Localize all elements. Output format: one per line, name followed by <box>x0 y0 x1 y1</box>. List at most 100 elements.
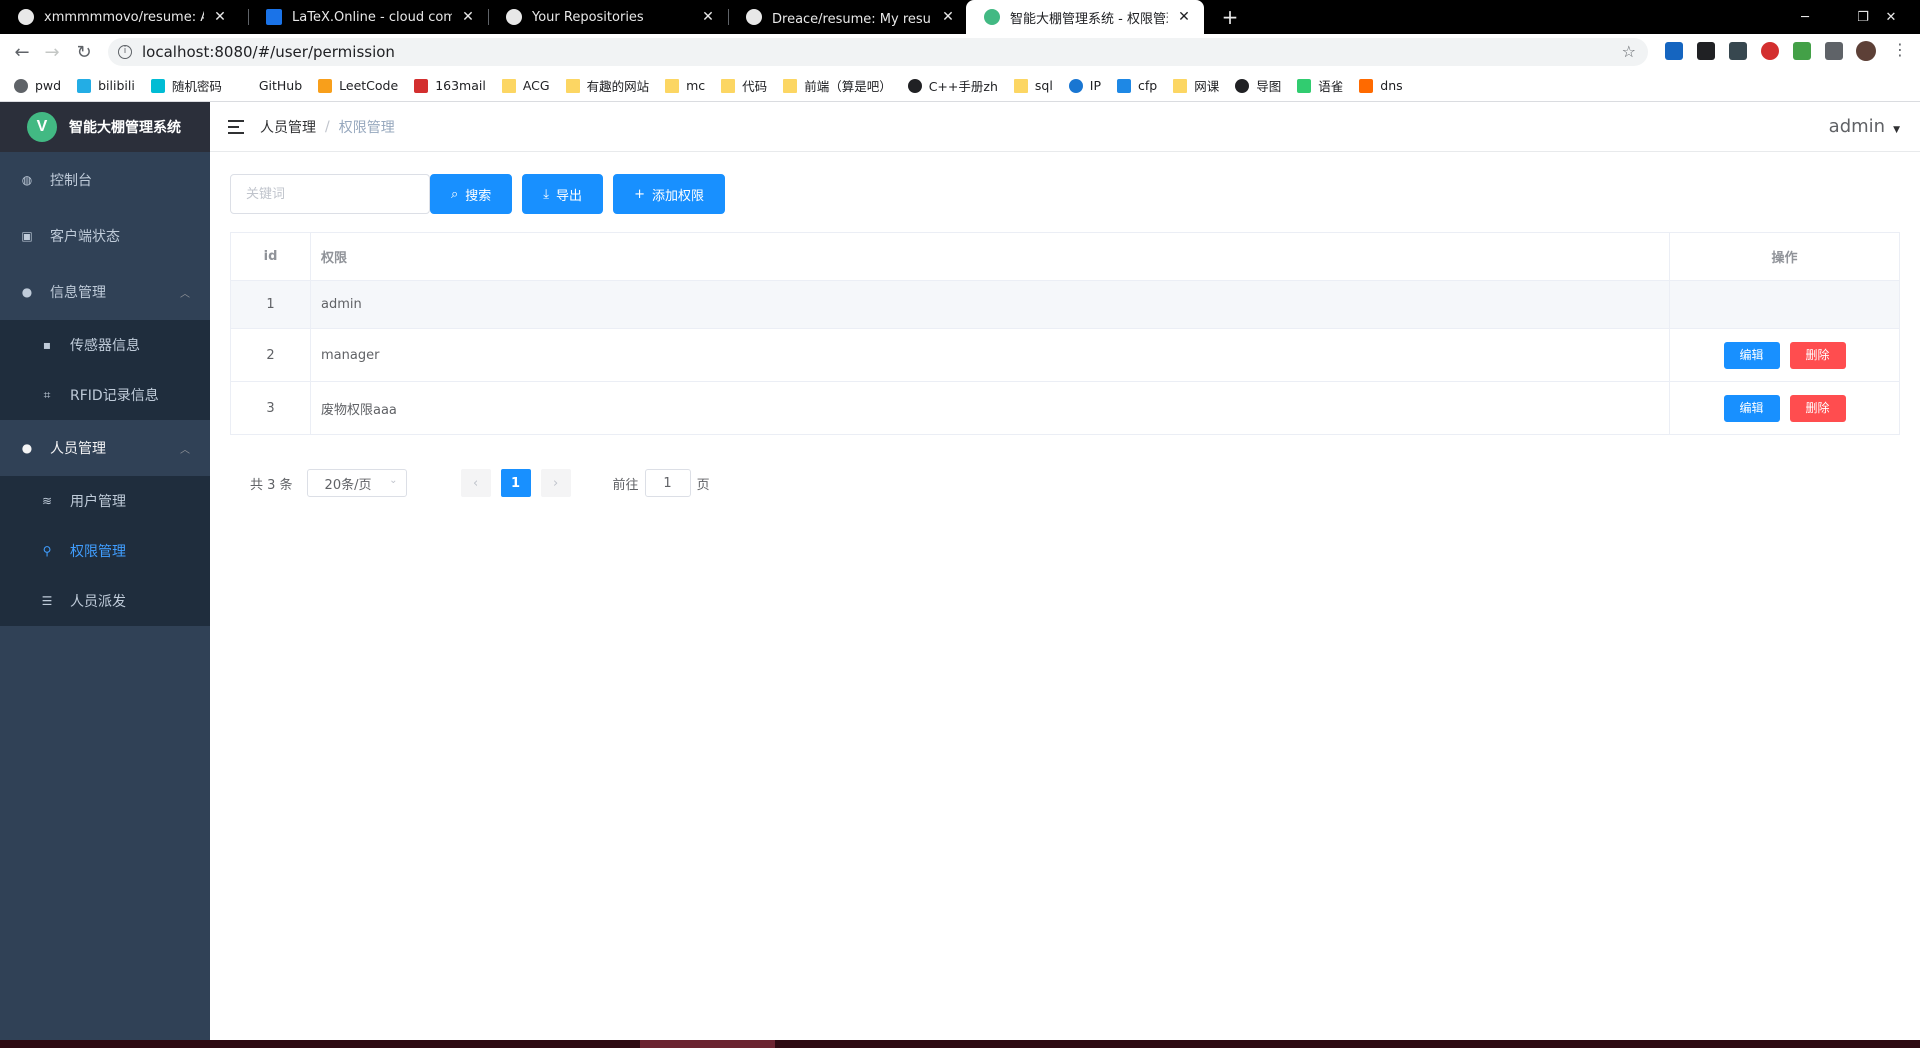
sidebar-item-personnel-management[interactable]: ● 人员管理 ︿ <box>0 420 210 476</box>
column-header-permission[interactable]: 权限 <box>310 232 1670 281</box>
page-jumper: 前往 页 <box>613 469 710 497</box>
folder-icon <box>1013 78 1028 93</box>
bookmark-folder[interactable]: mc <box>665 78 705 93</box>
minimize-icon[interactable]: ─ <box>1776 0 1834 34</box>
column-header-id[interactable]: id <box>230 232 311 281</box>
bookmark-label: 语雀 <box>1318 79 1344 94</box>
bookmark-folder[interactable]: 有趣的网站 <box>565 76 649 95</box>
bookmark-item[interactable]: LeetCode <box>318 78 398 93</box>
sidebar-item-personnel-dispatch[interactable]: ☰ 人员派发 <box>0 576 210 626</box>
back-icon[interactable]: ← <box>8 34 36 70</box>
close-icon[interactable]: ✕ <box>940 9 956 25</box>
close-icon[interactable]: ✕ <box>700 9 716 25</box>
bookmark-label: LeetCode <box>339 78 399 93</box>
bookmark-item[interactable]: pwd <box>14 78 61 93</box>
table-row[interactable]: 2 manager 编辑 删除 <box>230 328 1900 382</box>
bookmark-folder[interactable]: sql <box>1013 78 1053 93</box>
menu-dots-icon[interactable]: ⋮ <box>1892 40 1908 59</box>
delete-button[interactable]: 删除 <box>1789 394 1846 422</box>
browser-tab-title: LaTeX.Online - cloud compiler <box>292 9 452 25</box>
puzzle-icon[interactable] <box>1825 42 1843 60</box>
layers-icon: ≋ <box>41 494 53 508</box>
info-icon[interactable]: i <box>118 45 132 59</box>
search-input[interactable] <box>230 174 430 214</box>
search-button[interactable]: ⌕ 搜索 <box>430 174 513 214</box>
taskbar-active-app[interactable] <box>640 1040 775 1048</box>
page-size-select[interactable]: 20条/页 ⌄ <box>306 469 407 497</box>
export-button[interactable]: ⤓ 导出 <box>522 174 604 214</box>
window-close-icon[interactable]: ✕ <box>1862 0 1920 34</box>
sidebar-item-label: 传感器信息 <box>70 338 140 354</box>
close-icon[interactable]: ✕ <box>212 9 228 25</box>
bookmark-item[interactable]: 163mail <box>414 78 486 93</box>
sidebar-item-rfid-records[interactable]: ⌗ RFID记录信息 <box>0 370 210 420</box>
extension-icon[interactable] <box>1665 42 1683 60</box>
edit-button[interactable]: 编辑 <box>1723 341 1780 369</box>
sidebar-logo[interactable]: V 智能大棚管理系统 <box>0 102 210 152</box>
bookmark-item[interactable]: GitHub <box>238 78 302 93</box>
bookmark-folder[interactable]: 代码 <box>721 76 767 95</box>
page-number-button[interactable]: 1 <box>500 469 531 497</box>
user-menu[interactable]: admin ▼ <box>1829 116 1900 137</box>
browser-tab-title: xmmmmmovo/resume: An ele <box>44 9 204 25</box>
breadcrumb-item[interactable]: 人员管理 <box>260 117 316 137</box>
bookmark-item[interactable]: cfp <box>1117 78 1157 93</box>
browser-tab-title: Dreace/resume: My resume/个 <box>772 11 932 27</box>
bookmark-item[interactable]: 语雀 <box>1297 76 1343 95</box>
folder-icon <box>565 78 580 93</box>
close-icon[interactable]: ✕ <box>460 9 476 25</box>
bookmark-folder[interactable]: ACG <box>501 78 550 93</box>
bookmark-item[interactable]: 随机密码 <box>150 76 222 95</box>
bookmark-item[interactable]: 导图 <box>1235 76 1281 95</box>
forward-icon[interactable]: → <box>38 34 66 70</box>
sidebar-item-permission-management[interactable]: ⚲ 权限管理 <box>0 526 210 576</box>
table-row[interactable]: 3 废物权限aaa 编辑 删除 <box>230 381 1900 435</box>
owl-icon <box>1235 78 1250 93</box>
bookmark-label: bilibili <box>98 78 135 93</box>
browser-tab[interactable]: LaTeX.Online - cloud compiler ✕ <box>248 0 488 34</box>
profile-avatar[interactable] <box>1856 41 1876 61</box>
toolbar: ⌕ 搜索 ⤓ 导出 + 添加权限 <box>230 174 725 214</box>
bookmark-star-icon[interactable]: ☆ <box>1622 42 1636 61</box>
browser-tab[interactable]: xmmmmmovo/resume: An ele ✕ <box>0 0 240 34</box>
sidebar-item-dashboard[interactable]: ◍ 控制台 <box>0 152 210 208</box>
add-permission-button[interactable]: + 添加权限 <box>613 174 725 214</box>
sidebar-item-user-management[interactable]: ≋ 用户管理 <box>0 476 210 526</box>
extension-icon[interactable] <box>1793 42 1811 60</box>
browser-tab[interactable]: Your Repositories ✕ <box>488 0 728 34</box>
cell-actions <box>1669 280 1900 329</box>
new-tab-button[interactable]: + <box>1216 0 1244 34</box>
user-icon: ● <box>21 441 33 455</box>
pagination-total: 共 3 条 <box>250 477 293 493</box>
url-bar[interactable]: i localhost:8080/#/user/permission ☆ <box>108 38 1648 66</box>
browser-tab[interactable]: Dreace/resume: My resume/个 ✕ <box>728 0 968 34</box>
edit-button[interactable]: 编辑 <box>1723 394 1780 422</box>
prev-page-button[interactable]: ‹ <box>460 469 491 497</box>
delete-button[interactable]: 删除 <box>1789 341 1846 369</box>
cell-actions: 编辑 删除 <box>1669 381 1900 435</box>
bookmark-item[interactable]: dns <box>1359 78 1403 93</box>
bookmark-folder[interactable]: 网课 <box>1173 76 1219 95</box>
bookmark-item[interactable]: IP <box>1068 78 1101 93</box>
bookmark-folder[interactable]: 前端（算是吧） <box>783 76 892 95</box>
sidebar-item-client-status[interactable]: ▣ 客户端状态 <box>0 208 210 264</box>
url-text: localhost:8080/#/user/permission <box>142 43 395 61</box>
sidebar-item-sensor-info[interactable]: ▪ 传感器信息 <box>0 320 210 370</box>
table-row[interactable]: 1 admin <box>230 280 1900 329</box>
next-page-button[interactable]: › <box>540 469 571 497</box>
sidebar-item-info-management[interactable]: ● 信息管理 ︿ <box>0 264 210 320</box>
bookmark-label: cfp <box>1138 78 1158 93</box>
browser-tab-active[interactable]: 智能大棚管理系统 - 权限管理 ✕ <box>966 0 1204 34</box>
bookmark-item[interactable]: bilibili <box>77 78 135 93</box>
extension-icon[interactable] <box>1729 42 1747 60</box>
close-icon[interactable]: ✕ <box>1176 9 1192 25</box>
hamburger-icon[interactable] <box>228 119 244 134</box>
globe-icon <box>1068 78 1083 93</box>
bookmark-item[interactable]: C++手册zh <box>907 76 998 95</box>
adblock-icon[interactable] <box>1761 42 1779 60</box>
rfid-icon: ⌗ <box>43 387 51 402</box>
bookmark-label: pwd <box>35 78 62 93</box>
extension-icon[interactable] <box>1697 42 1715 60</box>
goto-page-input[interactable] <box>644 469 691 497</box>
reload-icon[interactable]: ↻ <box>70 34 98 70</box>
